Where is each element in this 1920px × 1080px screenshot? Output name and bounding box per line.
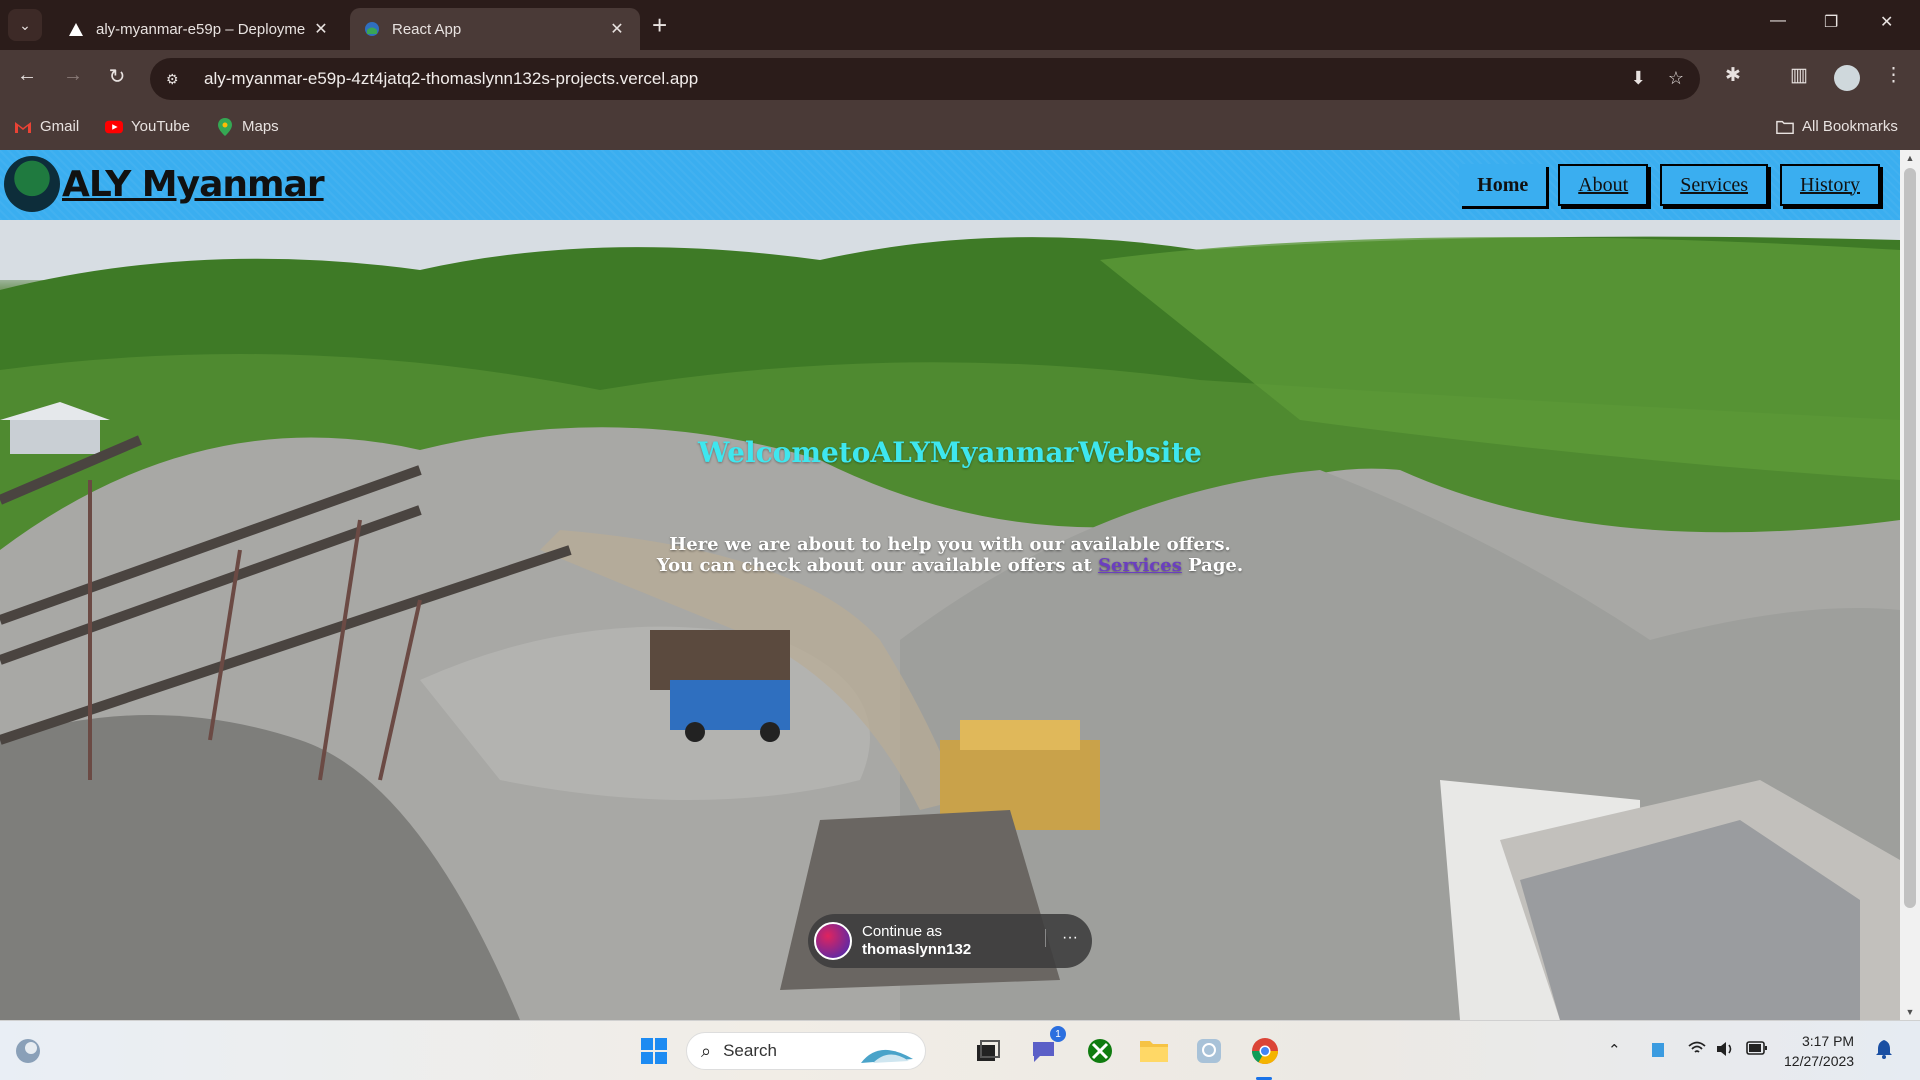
install-app-icon[interactable]: ⬇ bbox=[1631, 68, 1646, 89]
browser-tab-bar: ⌄ aly-myanmar-e59p – Deployme ✕ React Ap… bbox=[0, 0, 1920, 50]
continue-as-label: Continue as bbox=[862, 923, 943, 940]
hero-line-2-after: Page. bbox=[1181, 555, 1244, 576]
bookmark-youtube[interactable]: YouTube bbox=[105, 118, 190, 135]
back-arrow-icon[interactable]: ← bbox=[12, 64, 42, 87]
reload-icon[interactable]: ↻ bbox=[102, 64, 132, 89]
tray-app-icon[interactable] bbox=[1650, 1041, 1666, 1063]
user-avatar bbox=[814, 922, 852, 960]
site-info-icon[interactable]: ⚙ bbox=[166, 71, 188, 88]
hero-line-2: You can check about our available offers… bbox=[0, 555, 1900, 576]
chevron-down-icon: ⌄ bbox=[19, 16, 31, 33]
search-highlight-icon bbox=[861, 1049, 913, 1063]
all-bookmarks-label: All Bookmarks bbox=[1802, 118, 1898, 135]
nav-services[interactable]: Services bbox=[1660, 164, 1768, 206]
taskbar-search[interactable]: ⌕ Search bbox=[686, 1032, 926, 1070]
more-menu-icon[interactable]: ⋮ bbox=[1884, 64, 1903, 87]
minimize-icon[interactable]: — bbox=[1770, 12, 1786, 30]
browser-toolbar: ← → ↻ ⚙ aly-myanmar-e59p-4zt4jatq2-thoma… bbox=[0, 50, 1920, 108]
quarry-background-image bbox=[0, 220, 1900, 1020]
hero-line-1: Here we are about to help you with our a… bbox=[669, 534, 1231, 555]
chrome-icon[interactable] bbox=[1249, 1035, 1281, 1067]
bookmark-maps[interactable]: Maps bbox=[216, 117, 279, 136]
page-viewport: ALY Myanmar Home About Services History bbox=[0, 150, 1920, 1020]
hero-line-2-before: You can check about our available offers… bbox=[656, 555, 1099, 576]
teams-notification-badge: 1 bbox=[1050, 1026, 1066, 1042]
clock-time: 3:17 PM bbox=[1801, 1033, 1855, 1049]
windows-start-icon[interactable] bbox=[638, 1035, 670, 1067]
all-bookmarks-button[interactable]: All Bookmarks bbox=[1776, 118, 1898, 135]
nav-history[interactable]: History bbox=[1780, 164, 1880, 206]
bookmark-label: Gmail bbox=[40, 118, 80, 135]
tab-react-app[interactable]: React App ✕ bbox=[350, 8, 640, 50]
hero-title: WelcometoALYMyanmarWebsite bbox=[698, 436, 1202, 469]
nav-links: Home About Services History bbox=[1459, 164, 1880, 206]
taskbar-search-label: Search bbox=[723, 1041, 777, 1060]
close-icon[interactable]: ✕ bbox=[312, 19, 330, 39]
bookmark-label: YouTube bbox=[131, 118, 190, 135]
youtube-icon bbox=[105, 120, 123, 134]
bookmark-gmail[interactable]: Gmail bbox=[14, 118, 79, 135]
xbox-icon[interactable] bbox=[1084, 1035, 1116, 1067]
aly-logo-icon[interactable] bbox=[4, 156, 60, 212]
clock-date: 12/27/2023 bbox=[1784, 1053, 1855, 1069]
continue-as-prompt[interactable]: Continue as thomaslynn132 ··· bbox=[808, 914, 1092, 968]
new-tab-button[interactable]: + bbox=[652, 12, 667, 38]
page-scrollbar[interactable]: ▲ ▼ bbox=[1900, 150, 1920, 1020]
folder-icon bbox=[1776, 120, 1794, 134]
url-text: aly-myanmar-e59p-4zt4jatq2-thomaslynn132… bbox=[204, 69, 699, 88]
show-hidden-icons-chevron-icon[interactable]: ⌃ bbox=[1608, 1041, 1621, 1059]
nav-about[interactable]: About bbox=[1558, 164, 1649, 206]
tab-title: aly-myanmar-e59p – Deployme bbox=[96, 20, 306, 38]
react-app-favicon-icon bbox=[364, 21, 380, 37]
windows-taskbar: ⌕ Search 1 ⌃ 3:17 PM 12/27/2023 bbox=[0, 1020, 1920, 1080]
app-icon[interactable] bbox=[1193, 1035, 1225, 1067]
maps-icon bbox=[216, 117, 234, 136]
scroll-up-icon[interactable]: ▲ bbox=[1900, 153, 1920, 163]
widgets-icon[interactable] bbox=[12, 1035, 44, 1067]
continue-as-username: thomaslynn132 bbox=[862, 941, 972, 958]
profile-avatar[interactable] bbox=[1834, 65, 1860, 91]
tab-title: React App bbox=[392, 20, 462, 38]
hero-description: Here we are about to help you with our a… bbox=[0, 534, 1900, 576]
site-navbar: ALY Myanmar Home About Services History bbox=[0, 150, 1900, 220]
extensions-icon[interactable]: ✱ bbox=[1725, 64, 1741, 87]
tab-search-button[interactable]: ⌄ bbox=[8, 9, 42, 41]
close-icon[interactable]: ✕ bbox=[608, 19, 626, 39]
restore-icon[interactable]: ❐ bbox=[1824, 12, 1838, 32]
side-panel-icon[interactable]: ▥ bbox=[1790, 64, 1808, 87]
scrollbar-thumb[interactable] bbox=[1904, 168, 1916, 908]
more-options-icon[interactable]: ··· bbox=[1045, 929, 1078, 947]
tab-vercel-deployment[interactable]: aly-myanmar-e59p – Deployme ✕ bbox=[54, 8, 344, 50]
task-view-icon[interactable] bbox=[972, 1035, 1004, 1067]
volume-icon[interactable] bbox=[1716, 1041, 1734, 1061]
window-close-icon[interactable]: ✕ bbox=[1880, 12, 1893, 32]
notification-bell-icon[interactable] bbox=[1876, 1039, 1892, 1063]
gmail-icon bbox=[14, 120, 32, 134]
wifi-icon[interactable] bbox=[1688, 1041, 1706, 1059]
bookmark-star-icon[interactable]: ☆ bbox=[1668, 68, 1684, 89]
scroll-down-icon[interactable]: ▼ bbox=[1900, 1007, 1920, 1017]
site-logo-text[interactable]: ALY Myanmar bbox=[62, 164, 325, 205]
nav-home[interactable]: Home bbox=[1459, 164, 1547, 206]
services-link[interactable]: Services bbox=[1098, 555, 1182, 576]
bookmark-label: Maps bbox=[242, 118, 279, 135]
continue-as-text: Continue as thomaslynn132 bbox=[862, 923, 971, 959]
bookmarks-bar: Gmail YouTube Maps All Bookmarks bbox=[0, 108, 1920, 150]
search-icon: ⌕ bbox=[701, 1040, 712, 1061]
file-explorer-icon[interactable] bbox=[1138, 1035, 1170, 1067]
forward-arrow-icon[interactable]: → bbox=[58, 64, 88, 87]
address-bar[interactable]: ⚙ aly-myanmar-e59p-4zt4jatq2-thomaslynn1… bbox=[150, 58, 1700, 100]
hero-section: WelcometoALYMyanmarWebsite Here we are a… bbox=[0, 220, 1900, 1020]
battery-icon[interactable] bbox=[1746, 1041, 1768, 1059]
vercel-triangle-icon bbox=[68, 21, 84, 37]
system-clock[interactable]: 3:17 PM 12/27/2023 bbox=[1784, 1031, 1854, 1071]
